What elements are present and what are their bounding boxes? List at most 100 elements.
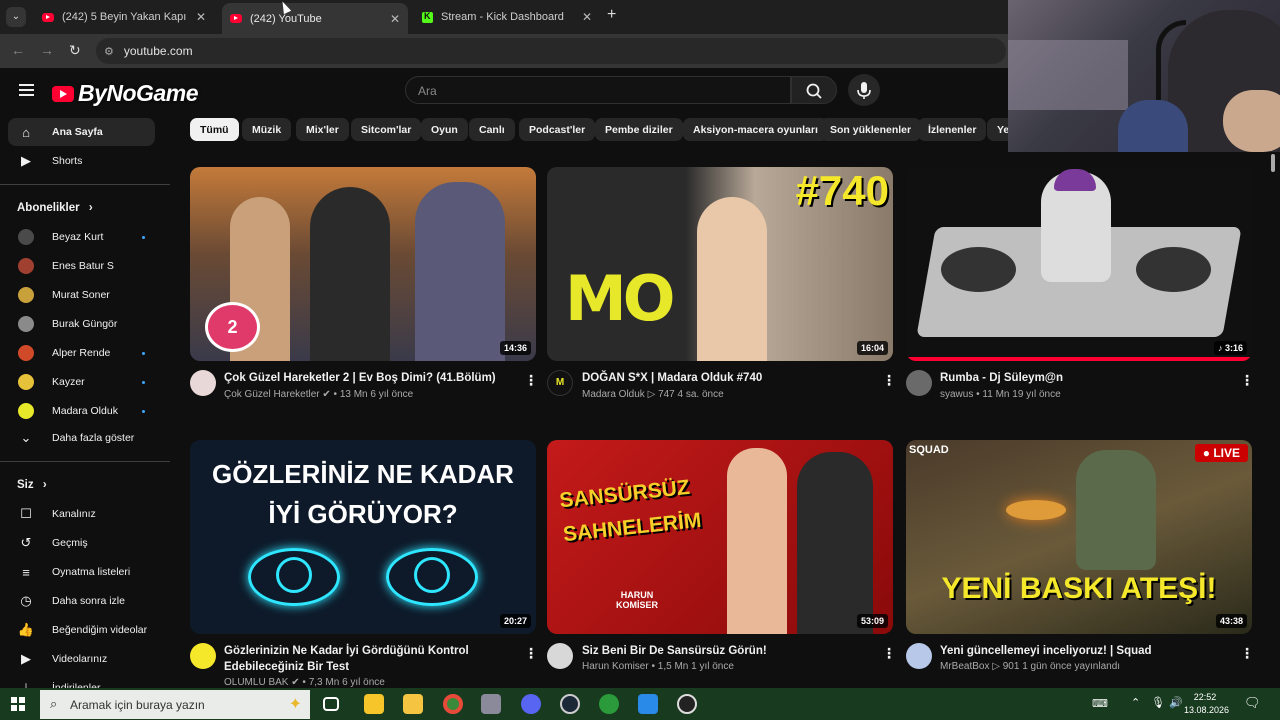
rockstar-launcher-icon[interactable]: [364, 694, 384, 714]
new-tab-icon[interactable]: +: [607, 6, 616, 24]
chrome-icon[interactable]: [443, 694, 463, 714]
sidebar-item-shorts[interactable]: ▶ Shorts: [8, 147, 155, 175]
more-options-icon[interactable]: ⋮: [1240, 372, 1254, 389]
filter-chip[interactable]: İzlenenler: [918, 118, 987, 141]
sidebar-item-subscription[interactable]: Alper Rende: [8, 339, 155, 367]
channel-avatar[interactable]: [906, 370, 932, 396]
video-title[interactable]: Yeni güncellemeyi inceliyoruz! | Squad: [940, 643, 1225, 659]
more-options-icon[interactable]: ⋮: [524, 645, 538, 662]
filter-chip[interactable]: Canlı: [469, 118, 515, 141]
notification-icon[interactable]: 🗨: [1244, 696, 1261, 709]
sidebar-item-subscription[interactable]: Madara Olduk: [8, 397, 155, 425]
browser-tab[interactable]: Stream - Kick Dashboard ✕: [414, 4, 600, 30]
forward-arrow-icon[interactable]: →: [40, 42, 54, 58]
you-heading[interactable]: Siz ›: [17, 479, 47, 491]
youtube-logo[interactable]: ByNoGame: [52, 80, 198, 107]
microphone-tray-icon[interactable]: 🎙: [1151, 697, 1165, 710]
sidebar-item-subscription[interactable]: Murat Soner: [8, 281, 155, 309]
filter-chip[interactable]: Aksiyon-macera oyunları: [683, 118, 828, 141]
filter-chip[interactable]: Tümü: [190, 118, 239, 141]
browser-tab[interactable]: (242) 5 Beyin Yakan Kapı Bulmac ✕: [34, 4, 214, 30]
windows-start-icon[interactable]: [11, 697, 25, 711]
search-button[interactable]: [791, 76, 837, 104]
video-title[interactable]: Rumba - Dj Süleym@n: [940, 370, 1225, 386]
app-icon[interactable]: [599, 694, 619, 714]
chevron-up-icon[interactable]: ⌃: [1131, 697, 1140, 710]
video-thumbnail[interactable]: GÖZLERİNİZ NE KADAR İYİ GÖRÜYOR? 20:27: [190, 440, 536, 634]
filter-chip[interactable]: Podcast'ler: [519, 118, 596, 141]
video-title[interactable]: Siz Beni Bir De Sansürsüz Görün!: [582, 643, 867, 659]
sidebar-item-playlist[interactable]: ≡ Oynatma listeleri: [8, 558, 155, 586]
browser-tab-active[interactable]: (242) YouTube ✕: [222, 3, 408, 34]
sidebar-item-account[interactable]: ☐ Kanalınız: [8, 500, 155, 528]
close-tab-icon[interactable]: ✕: [390, 12, 400, 26]
channel-avatar[interactable]: [190, 643, 216, 669]
close-tab-icon[interactable]: ✕: [582, 10, 592, 24]
taskbar-search-input[interactable]: ⌕ Aramak için buraya yazın ✦: [40, 690, 310, 719]
channel-name[interactable]: Harun Komiser: [582, 661, 649, 672]
clock[interactable]: 22:52 13.08.2026: [1184, 691, 1229, 717]
channel-name[interactable]: OLUMLU BAK: [224, 677, 288, 688]
channel-name[interactable]: Çok Güzel Hareketler: [224, 389, 320, 400]
task-view-icon[interactable]: [323, 697, 339, 711]
sidebar-item-subscription[interactable]: Burak Güngör: [8, 310, 155, 338]
obs-icon[interactable]: [677, 694, 697, 714]
video-thumbnail[interactable]: SQUAD ● LIVE YENİ BASKI ATEŞİ! 43:38: [906, 440, 1252, 634]
video-title[interactable]: Gözlerinizin Ne Kadar İyi Gördüğünü Kont…: [224, 643, 509, 675]
sidebar-item-video[interactable]: ▶ Videolarınız: [8, 645, 155, 673]
sidebar-item-clock[interactable]: ◷ Daha sonra izle: [8, 587, 155, 615]
back-arrow-icon[interactable]: ←: [11, 42, 25, 58]
video-thumbnail[interactable]: ♪ 3:16: [906, 167, 1252, 361]
video-thumbnail[interactable]: 2 14:36: [190, 167, 536, 361]
sidebar-item-home[interactable]: ⌂ Ana Sayfa: [8, 118, 155, 146]
video-title[interactable]: Çok Güzel Hareketler 2 | Ev Boş Dimi? (4…: [224, 370, 509, 386]
channel-name[interactable]: MrBeatBox: [940, 661, 989, 672]
steam-icon[interactable]: [560, 694, 580, 714]
menu-icon[interactable]: [19, 84, 34, 96]
reload-icon[interactable]: ↻: [69, 42, 81, 59]
app-icon[interactable]: [638, 694, 658, 714]
video-thumbnail[interactable]: SANSÜRSÜZ SAHNELERİM HARUN KOMİSER 53:09: [547, 440, 893, 634]
more-options-icon[interactable]: ⋮: [882, 645, 896, 662]
filter-chip[interactable]: Son yüklenenler: [820, 118, 922, 141]
volume-icon[interactable]: 🔊: [1169, 697, 1183, 710]
more-options-icon[interactable]: ⋮: [882, 372, 896, 389]
file-explorer-icon[interactable]: [403, 694, 423, 714]
filter-chip[interactable]: Mix'ler: [296, 118, 349, 141]
filter-chip[interactable]: Sitcom'lar: [351, 118, 422, 141]
sidebar-item-thumbs-up[interactable]: 👍 Beğendiğim videolar: [8, 616, 155, 644]
page-scrollbar-thumb[interactable]: [1271, 154, 1275, 172]
close-tab-icon[interactable]: ✕: [196, 10, 206, 24]
address-bar[interactable]: ⚙ youtube.com: [96, 38, 1006, 64]
more-options-icon[interactable]: ⋮: [524, 372, 538, 389]
channel-name[interactable]: syawus: [940, 389, 973, 400]
show-more-button[interactable]: ⌄ Daha fazla göster: [8, 424, 155, 452]
channel-avatar[interactable]: [906, 643, 932, 669]
sidebar-item-download[interactable]: ⤓ İndirilenler: [8, 674, 155, 688]
sidebar-item-history[interactable]: ↺ Geçmiş: [8, 529, 155, 557]
sidebar-item-subscription[interactable]: Enes Batur S: [8, 252, 155, 280]
channel-avatar[interactable]: [190, 370, 216, 396]
tab-list-dropdown-icon[interactable]: ⌄: [6, 7, 26, 27]
video-thumbnail[interactable]: MO #740 16:04: [547, 167, 893, 361]
keyboard-icon[interactable]: ⌨: [1092, 698, 1108, 711]
filter-chip[interactable]: Müzik: [242, 118, 292, 141]
subscriptions-heading[interactable]: Abonelikler ›: [17, 202, 93, 214]
search-input[interactable]: Ara: [405, 76, 791, 104]
video-title[interactable]: DOĞAN S*X | Madara Olduk #740: [582, 370, 867, 386]
filter-chip[interactable]: Oyun: [421, 118, 468, 141]
channel-avatar[interactable]: [547, 643, 573, 669]
discord-icon[interactable]: [521, 694, 541, 714]
channel-avatar[interactable]: M: [547, 370, 573, 396]
more-options-icon[interactable]: ⋮: [1240, 645, 1254, 662]
filter-chip[interactable]: Pembe diziler: [595, 118, 683, 141]
filter-chip[interactable]: Ye: [987, 118, 1008, 141]
channel-name[interactable]: Madara Olduk: [582, 389, 645, 400]
app-icon[interactable]: [481, 694, 501, 714]
sidebar-item-subscription[interactable]: Kayzer: [8, 368, 155, 396]
site-settings-icon[interactable]: ⚙: [104, 45, 114, 58]
voice-search-button[interactable]: [848, 74, 880, 106]
sidebar-item-subscription[interactable]: Beyaz Kurt: [8, 223, 155, 251]
sidebar: ⌂ Ana Sayfa ▶ Shorts Abonelikler › Beyaz…: [0, 114, 170, 688]
views-separator: ▷: [647, 389, 659, 400]
